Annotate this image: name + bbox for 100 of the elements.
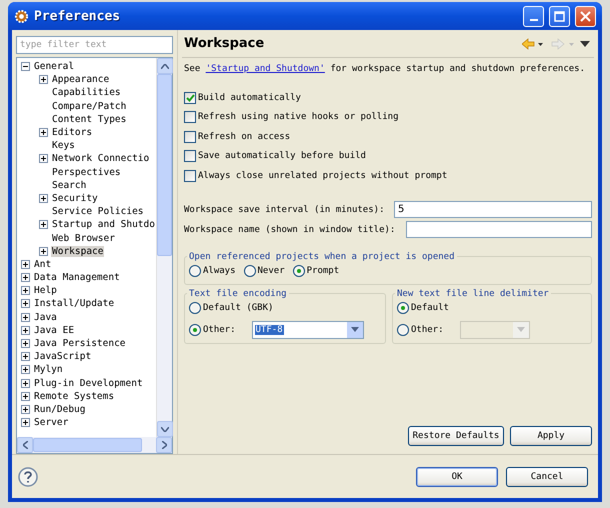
expand-icon[interactable] [21,392,30,401]
expand-icon[interactable] [21,339,30,348]
tree-item[interactable]: Capabilities [51,87,122,98]
horizontal-scrollbar[interactable] [17,437,172,453]
tree-item[interactable]: Plug-in Development [33,378,144,389]
field-label: Workspace save interval (in minutes): [184,204,384,214]
expand-icon[interactable] [39,194,48,203]
checkbox[interactable] [184,92,196,104]
startup-link[interactable]: 'Startup and Shutdown' [206,64,325,74]
dropdown-icon [516,327,525,332]
radio-label: Default (GBK) [203,302,274,312]
checkbox[interactable] [184,170,196,182]
tree-item[interactable]: Editors [51,127,94,138]
radio-label: Prompt [306,266,340,276]
window-title: Preferences [34,8,122,24]
group-title: Text file encoding [188,288,288,298]
expand-icon[interactable] [21,418,30,428]
tree-item[interactable]: Java [33,312,58,323]
tree-item[interactable]: Keys [51,140,76,152]
expand-icon[interactable] [39,246,48,256]
ok-button[interactable]: OK [416,466,498,486]
expand-icon[interactable] [39,128,48,138]
radio-button[interactable] [292,264,305,276]
tree-item[interactable]: General [33,61,76,72]
minimize-button[interactable] [523,6,544,26]
tree-item[interactable]: Security [51,192,99,204]
radio-button[interactable] [189,264,201,276]
tree-item[interactable]: Install/Update [33,298,116,310]
help-icon[interactable] [18,466,38,486]
tree-item[interactable]: Perspectives [51,166,122,178]
expand-icon[interactable] [21,312,30,322]
vertical-scrollbar[interactable] [156,58,172,437]
tree-item[interactable]: Server [33,417,70,428]
tree-item[interactable]: Appearance [51,74,110,86]
tree-item[interactable]: Web Browser [51,232,116,244]
restore-defaults-button[interactable]: Restore Defaults [408,426,504,446]
checkbox-label: Always close unrelated projects without prompt [198,170,448,181]
group-title: Open referenced projects when a project is opened [188,252,456,262]
expand-icon[interactable] [21,273,30,282]
field-label: Workspace name (shown in window title): [184,224,396,234]
input-field[interactable]: 5 [394,201,592,218]
radio-button[interactable] [189,302,201,314]
tree-item[interactable]: Java EE [33,324,76,336]
cancel-button[interactable]: Cancel [506,466,588,486]
checkbox[interactable] [184,111,196,124]
checkbox-label: Refresh using native hooks or polling [198,112,398,122]
group-title: New text file line delimiter [396,288,550,298]
tree-item[interactable]: Compare/Patch [51,100,128,112]
expand-icon[interactable] [21,260,30,269]
collapse-icon[interactable] [21,62,30,72]
page-title: Workspace [184,36,266,51]
tree-item[interactable]: Help [33,285,58,296]
tree-item[interactable]: Network Connectio [51,153,150,164]
tree-item[interactable]: Mylyn [33,364,64,376]
tree-item[interactable]: JavaScript [33,351,92,362]
tree-item[interactable]: Workspace [51,246,104,257]
expand-icon[interactable] [21,352,30,362]
checkbox[interactable] [184,130,196,143]
expand-icon[interactable] [21,365,30,374]
checkbox[interactable] [184,150,196,162]
minimize-icon [530,19,538,21]
expand-icon[interactable] [21,299,30,308]
tree-item[interactable]: Ant [33,258,52,270]
apply-button[interactable]: Apply [510,426,592,446]
radio-label: Other: [411,324,444,334]
radio-button[interactable] [244,264,256,276]
radio-label: Other: [203,324,236,334]
tree-item[interactable]: Startup and Shutdo [51,219,156,230]
tree-item[interactable]: Remote Systems [33,390,116,402]
expand-icon[interactable] [21,404,30,414]
checkbox-label: Build automatically [198,92,301,103]
radio-label: Default [411,302,449,312]
combo-box[interactable]: UTF-8 [252,320,364,338]
filter-field[interactable]: type filter text [16,36,173,54]
expand-icon[interactable] [39,75,48,84]
navigation-icons[interactable] [522,38,592,50]
gear-icon [14,8,29,24]
input-field[interactable] [406,221,592,238]
radio-label: Always [203,266,236,276]
tree-item[interactable]: Data Management [33,272,121,284]
expand-icon[interactable] [39,154,48,164]
checkbox-label: Save automatically before build [198,151,366,162]
expand-icon[interactable] [21,326,30,335]
tree-item[interactable]: Search [51,180,88,191]
dropdown-icon [350,327,359,332]
expand-icon[interactable] [39,220,48,230]
tree-item[interactable]: Java Persistence [33,338,127,350]
tree-item[interactable]: Run/Debug [33,404,86,415]
expand-icon[interactable] [21,378,30,388]
tree-item[interactable]: Content Types [51,114,128,125]
maximize-button[interactable] [549,6,570,26]
radio-button[interactable] [189,324,201,336]
expand-icon[interactable] [21,286,30,296]
close-button[interactable] [575,6,596,26]
radio-label: Never [258,266,285,276]
intro-text: See 'Startup and Shutdown' for workspace startup and shutdown preferences. [184,64,586,74]
close-icon [580,10,591,22]
radio-button[interactable] [397,302,409,314]
combo-value: UTF-8 [254,324,284,334]
tree-item[interactable]: Service Policies [51,206,145,218]
